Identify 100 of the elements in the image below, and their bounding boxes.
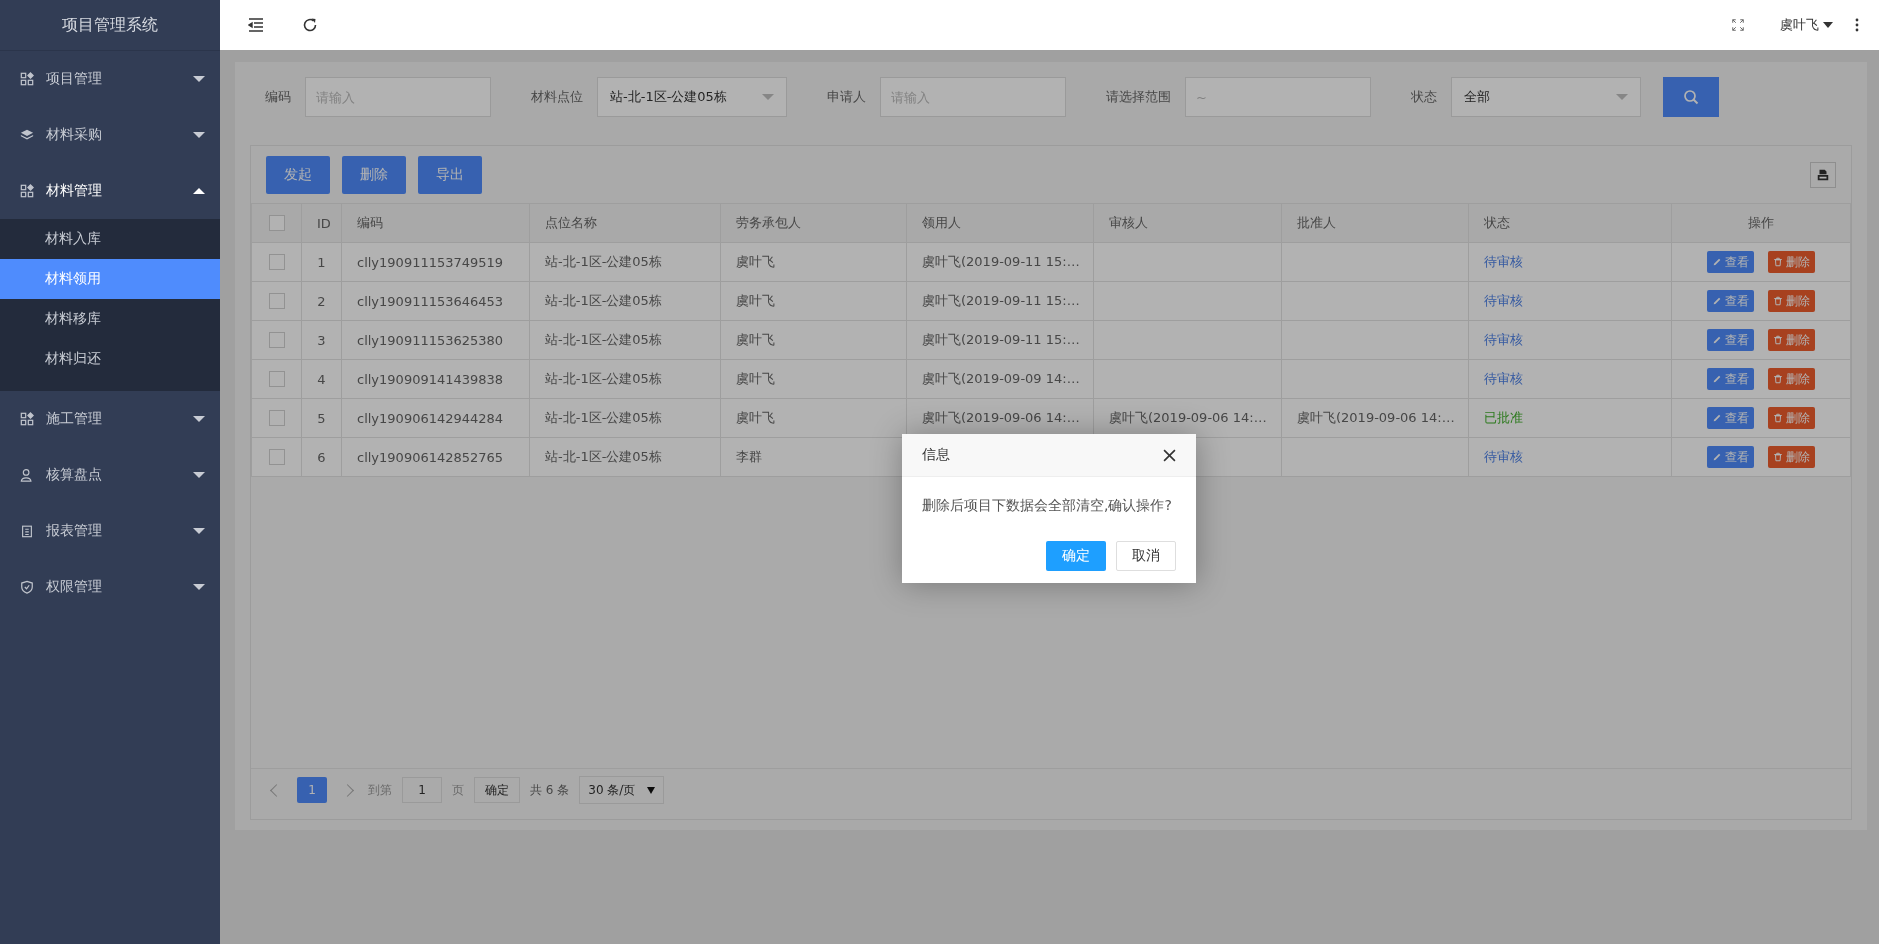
status-text: 已批准 (1484, 410, 1523, 425)
caret-icon (193, 188, 205, 194)
page-button[interactable]: 1 (297, 777, 327, 803)
menu-fold-icon[interactable] (248, 17, 264, 33)
column-header: 领用人 (906, 203, 1094, 243)
column-header: 编码 (341, 203, 530, 243)
submenu-item[interactable]: 材料领用 (0, 259, 220, 299)
view-button[interactable]: 查看 (1707, 446, 1754, 468)
delete-button[interactable]: 删除 (1768, 290, 1815, 312)
checkbox[interactable] (268, 332, 285, 349)
pencil-icon (1712, 257, 1722, 267)
view-button[interactable]: 查看 (1707, 368, 1754, 390)
filter-label: 编码 (265, 88, 291, 106)
view-button[interactable]: 查看 (1707, 290, 1754, 312)
table-cell: clly190906142944284 (341, 398, 530, 438)
confirm-button[interactable]: 确定 (1046, 541, 1106, 571)
menu-item[interactable]: 材料采购 (0, 107, 220, 163)
goto-button[interactable]: 确定 (474, 777, 520, 803)
filter-input[interactable]: ~ (1185, 77, 1371, 117)
search-icon (1683, 89, 1699, 105)
caret-icon (193, 528, 205, 534)
table-cell: 站-北-1区-公建05栋 (529, 398, 721, 438)
column-header: 劳务承包人 (720, 203, 907, 243)
trash-icon (1773, 257, 1783, 267)
refresh-icon[interactable] (302, 17, 318, 33)
table-cell: 4 (301, 359, 342, 399)
shield-icon (20, 580, 34, 594)
more-icon[interactable] (1855, 17, 1859, 33)
delete-button[interactable]: 删除 (1768, 446, 1815, 468)
table-cell: 站-北-1区-公建05栋 (529, 281, 721, 321)
table-cell: clly190909141439838 (341, 359, 530, 399)
column-header: 批准人 (1281, 203, 1469, 243)
search-button[interactable] (1663, 77, 1719, 117)
grid-icon (20, 412, 34, 426)
print-button[interactable] (1810, 162, 1836, 188)
dialog-message: 删除后项目下数据会全部清空,确认操作? (921, 496, 1173, 515)
pencil-icon (1712, 296, 1722, 306)
checkbox[interactable] (268, 449, 285, 466)
table-cell: 虞叶飞(2019-09-11 15:… (906, 242, 1094, 282)
table-cell: 虞叶飞(2019-09-06 14:… (1281, 398, 1469, 438)
user-menu[interactable]: 虞叶飞 (1780, 16, 1833, 34)
table-cell: 2 (301, 281, 342, 321)
table-cell: clly190906142852765 (341, 437, 530, 477)
table-cell: 虞叶飞 (720, 281, 907, 321)
caret-icon (193, 132, 205, 138)
menu-item[interactable]: 核算盘点 (0, 447, 220, 503)
checkbox[interactable] (268, 371, 285, 388)
toolbar-button[interactable]: 发起 (266, 156, 330, 194)
delete-button[interactable]: 删除 (1768, 407, 1815, 429)
menu-item[interactable]: 权限管理 (0, 559, 220, 615)
delete-button[interactable]: 删除 (1768, 329, 1815, 351)
filter-select[interactable]: 站-北-1区-公建05栋 (597, 77, 787, 117)
delete-button[interactable]: 删除 (1768, 251, 1815, 273)
column-header: ID (301, 203, 342, 243)
filter-label: 材料点位 (531, 88, 583, 106)
view-button[interactable]: 查看 (1707, 407, 1754, 429)
submenu-item[interactable]: 材料移库 (0, 299, 220, 339)
close-icon[interactable] (1163, 448, 1176, 462)
checkbox[interactable] (268, 215, 285, 232)
table-cell: 站-北-1区-公建05栋 (529, 320, 721, 360)
column-header: 操作 (1671, 203, 1851, 243)
table-cell: clly190911153625380 (341, 320, 530, 360)
table-cell: 虞叶飞 (720, 242, 907, 282)
checkbox[interactable] (268, 410, 285, 427)
status-text: 待审核 (1484, 332, 1523, 347)
table-cell: clly190911153646453 (341, 281, 530, 321)
column-header: 点位名称 (529, 203, 721, 243)
grid-icon (20, 72, 34, 86)
view-button[interactable]: 查看 (1707, 329, 1754, 351)
toolbar-button[interactable]: 删除 (342, 156, 406, 194)
filter-select[interactable]: 全部 (1451, 77, 1641, 117)
submenu-item[interactable]: 材料归还 (0, 339, 220, 379)
status-text: 待审核 (1484, 254, 1523, 269)
clipboard-icon (20, 524, 34, 538)
toolbar-button[interactable]: 导出 (418, 156, 482, 194)
caret-icon (193, 472, 205, 478)
page-input[interactable]: 1 (402, 777, 442, 803)
checkbox[interactable] (268, 254, 285, 271)
page-size-select[interactable]: 30 条/页 (579, 776, 665, 804)
status-text: 待审核 (1484, 293, 1523, 308)
submenu-item[interactable]: 材料入库 (0, 219, 220, 259)
status-text: 待审核 (1484, 371, 1523, 386)
delete-button[interactable]: 删除 (1768, 368, 1815, 390)
fullscreen-icon[interactable] (1732, 19, 1744, 31)
cancel-button[interactable]: 取消 (1116, 541, 1176, 571)
menu-item[interactable]: 材料管理 (0, 163, 220, 219)
table-cell: 虞叶飞 (720, 320, 907, 360)
table-cell: 虞叶飞(2019-09-11 15:… (906, 281, 1094, 321)
menu-item[interactable]: 项目管理 (0, 51, 220, 107)
table-cell: 虞叶飞 (720, 398, 907, 438)
table-cell: 1 (301, 242, 342, 282)
trash-icon (1773, 296, 1783, 306)
view-button[interactable]: 查看 (1707, 251, 1754, 273)
trash-icon (1773, 374, 1783, 384)
menu-item[interactable]: 报表管理 (0, 503, 220, 559)
filter-label: 请选择范围 (1106, 88, 1171, 106)
checkbox[interactable] (268, 293, 285, 310)
trash-icon (1773, 413, 1783, 423)
menu-item[interactable]: 施工管理 (0, 391, 220, 447)
page-unit-label: 页 (452, 781, 464, 799)
